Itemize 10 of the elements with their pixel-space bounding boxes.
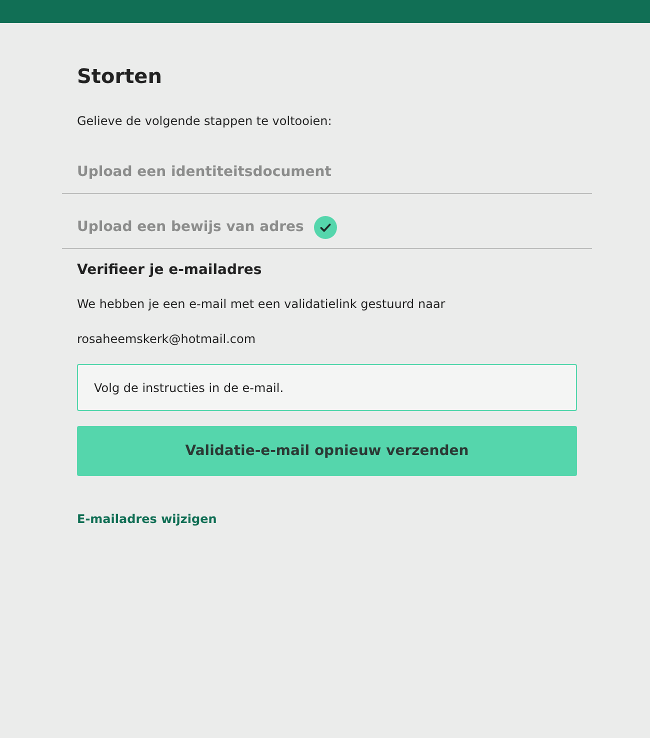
notice-text: Volg de instructies in de e-mail. xyxy=(94,380,284,394)
step-label: Upload een bewijs van adres xyxy=(77,219,304,235)
change-email-link[interactable]: E-mailadres wijzigen xyxy=(77,512,217,526)
body-text: We hebben je een e-mail met een validatielink gestuurd naar xyxy=(77,296,446,312)
email-address: rosaheemskerk@hotmail.com xyxy=(77,331,257,347)
instruction-text: Gelieve de volgende stappen te voltooien: xyxy=(77,113,333,129)
section-heading: Verifieer je e-mailadres xyxy=(77,261,263,279)
page-title: Storten xyxy=(77,63,163,89)
step-label: Upload een identiteitsdocument xyxy=(77,164,332,180)
resend-button[interactable]: Validatie-e-mail opnieuw verzenden xyxy=(77,426,577,476)
